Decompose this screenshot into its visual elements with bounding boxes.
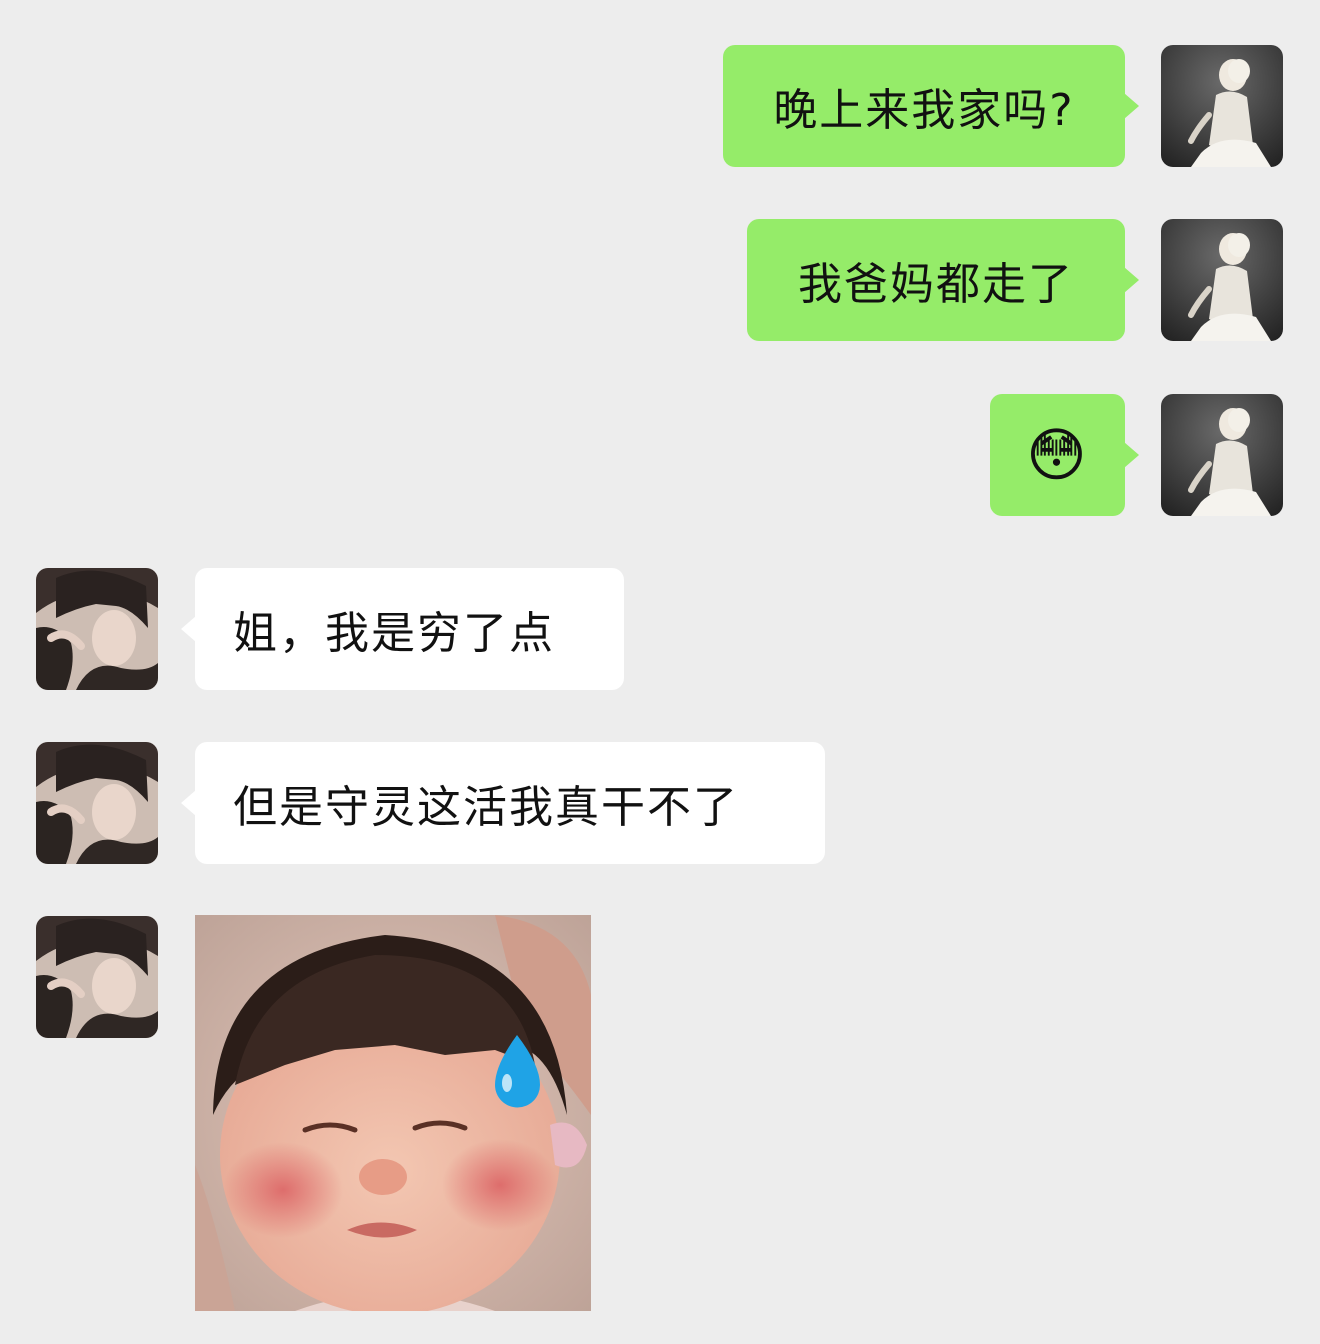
received-message-bubble[interactable]: 但是守灵这活我真干不了 [181,742,825,864]
crying-child-sweat-drop-icon [195,915,591,1311]
contact-avatar[interactable] [36,742,158,864]
woman-portrait-icon [1161,219,1283,341]
message-text: 但是守灵这活我真干不了 [233,782,739,833]
man-portrait-icon [36,742,158,864]
received-message-bubble[interactable]: 姐，我是穷了点 [181,568,624,690]
sent-message-bubble[interactable]: 😳 [990,394,1139,516]
contact-avatar[interactable] [36,916,158,1038]
sent-message-bubble[interactable]: 晚上来我家吗? [723,45,1139,167]
contact-avatar[interactable] [36,568,158,690]
my-avatar[interactable] [1161,45,1283,167]
crying-child-sticker[interactable] [195,915,591,1311]
bubble-tail [1124,93,1139,119]
bubble-tail [181,790,196,816]
sent-message-bubble[interactable]: 我爸妈都走了 [747,219,1139,341]
message-text: 姐，我是穷了点 [233,608,555,659]
woman-portrait-icon [1161,394,1283,516]
my-avatar[interactable] [1161,394,1283,516]
woman-portrait-icon [1161,45,1283,167]
my-avatar[interactable] [1161,219,1283,341]
bubble-tail [1124,442,1139,468]
man-portrait-icon [36,916,158,1038]
message-text: 晚上来我家吗? [773,85,1075,136]
man-portrait-icon [36,568,158,690]
blushing-smile-emoji-icon: 😳 [1026,421,1089,489]
bubble-tail [181,616,196,642]
message-text: 我爸妈都走了 [798,259,1074,310]
bubble-tail [1124,267,1139,293]
